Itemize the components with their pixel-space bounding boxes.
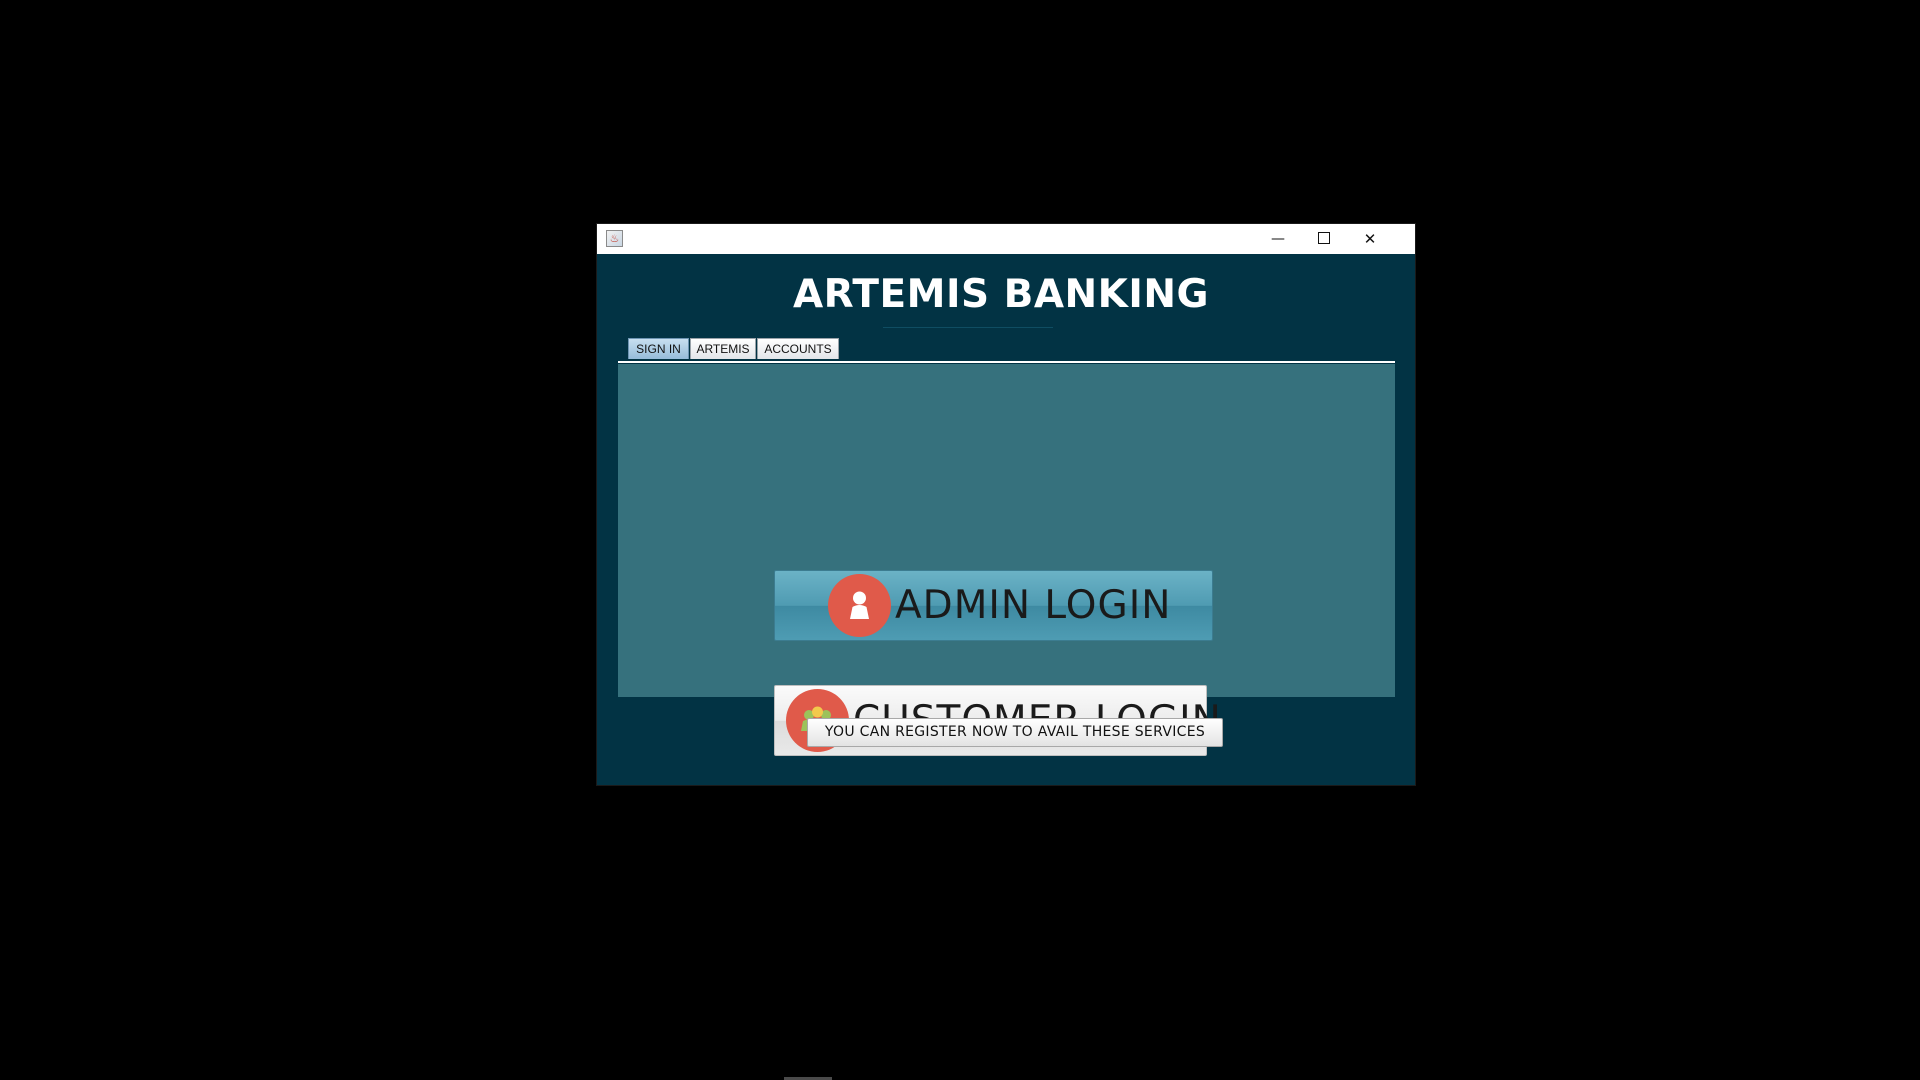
minimize-icon: —: [1271, 231, 1285, 247]
minimize-button[interactable]: —: [1255, 224, 1301, 254]
tab-accounts[interactable]: ACCOUNTS: [757, 338, 839, 359]
tab-sign-in[interactable]: SIGN IN: [628, 338, 689, 359]
tab-divider: [618, 361, 1395, 363]
register-button[interactable]: YOU CAN REGISTER NOW TO AVAIL THESE SERV…: [807, 718, 1223, 747]
title-underline: [883, 327, 1053, 328]
maximize-button[interactable]: [1301, 224, 1347, 254]
close-button[interactable]: ✕: [1347, 224, 1393, 254]
java-app-icon: ♨: [606, 230, 623, 247]
admin-login-label: ADMIN LOGIN: [895, 583, 1172, 628]
app-window: ♨ — ✕ ARTEMIS BANKING SIGN IN ARTEMIS AC…: [597, 224, 1415, 785]
app-title: ARTEMIS BANKING: [792, 272, 1210, 317]
user-icon: [828, 574, 891, 637]
title-bar[interactable]: ♨ — ✕: [597, 224, 1415, 254]
tab-artemis[interactable]: ARTEMIS: [690, 338, 756, 359]
close-icon: ✕: [1363, 230, 1377, 248]
admin-login-button[interactable]: ADMIN LOGIN: [774, 570, 1213, 641]
sign-in-panel: ADMIN LOGIN CUSTOMER LOGIN: [618, 364, 1395, 756]
maximize-icon: [1318, 232, 1330, 244]
